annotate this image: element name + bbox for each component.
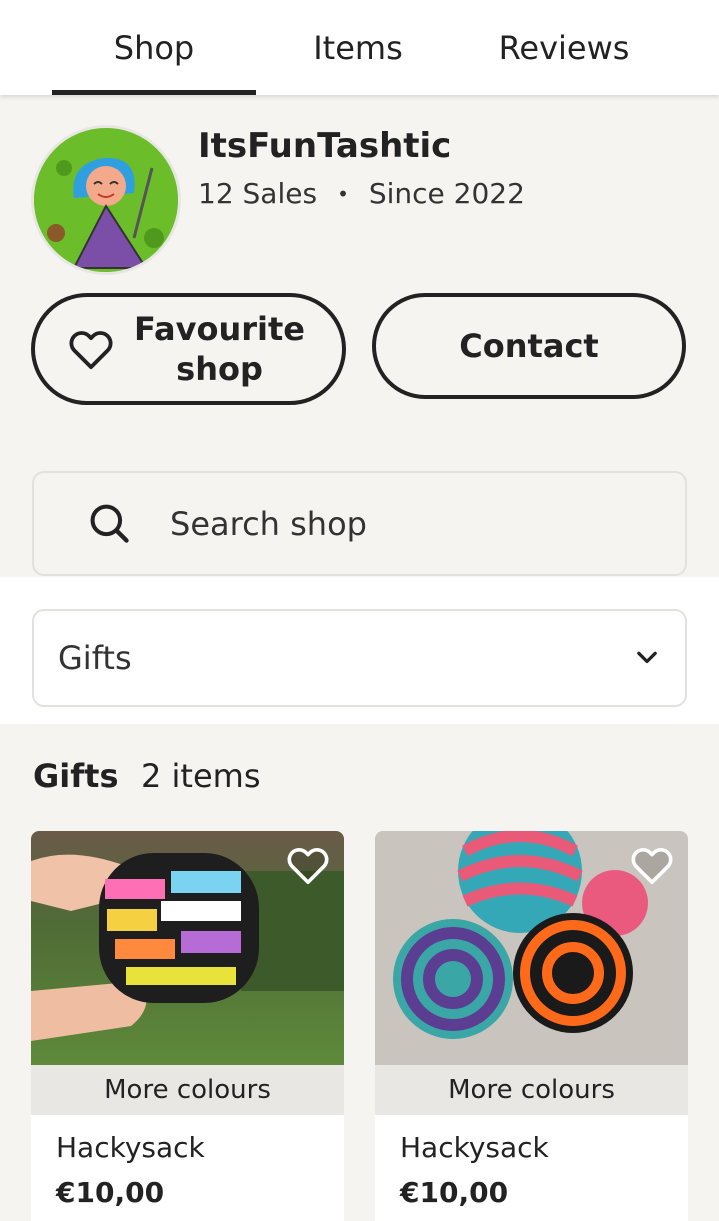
tab-items-label: Items [313, 28, 403, 67]
listing-price: €10,00 [56, 1176, 165, 1209]
shop-since: Since 2022 [368, 177, 525, 210]
favourite-heart-icon[interactable] [630, 845, 674, 885]
meta-separator: • [337, 181, 349, 206]
shop-logo-illustration [34, 128, 178, 272]
shop-avatar[interactable] [31, 125, 181, 275]
shop-sales: 12 Sales [198, 177, 318, 210]
heart-outline-icon [68, 331, 113, 370]
listing-price: €10,00 [400, 1176, 509, 1209]
section-item-count: 2 items [141, 757, 261, 795]
dropdown-selected-value: Gifts [58, 639, 132, 677]
listing-title[interactable]: Hackysack [56, 1131, 205, 1164]
search-shop-input[interactable]: Search shop [32, 471, 687, 576]
tab-bar: Shop Items Reviews [0, 0, 719, 95]
tab-shop[interactable]: Shop [52, 0, 256, 95]
active-tab-indicator [52, 90, 256, 95]
shop-stats: 12 Sales • Since 2022 [198, 177, 525, 210]
listing-card[interactable]: More colours Hackysack €10,00 [375, 831, 688, 1221]
tab-items[interactable]: Items [256, 0, 460, 95]
contact-label: Contact [459, 327, 599, 365]
tab-reviews-label: Reviews [498, 28, 630, 67]
chevron-down-icon [637, 651, 657, 664]
more-colours-badge: More colours [31, 1065, 344, 1115]
favourite-heart-icon[interactable] [286, 845, 330, 885]
section-title: Gifts [33, 757, 119, 795]
favourite-shop-label: Favourite shop [134, 310, 305, 388]
tab-shop-label: Shop [113, 28, 195, 67]
search-icon [90, 504, 129, 543]
listing-title[interactable]: Hackysack [400, 1131, 549, 1164]
listing-card[interactable]: More colours Hackysack €10,00 [31, 831, 344, 1221]
contact-button[interactable]: Contact [372, 293, 686, 399]
favourite-shop-button[interactable]: Favourite shop [31, 293, 346, 405]
section-filter-dropdown[interactable]: Gifts [32, 609, 687, 707]
tab-reviews[interactable]: Reviews [460, 0, 668, 95]
more-colours-badge: More colours [375, 1065, 688, 1115]
search-placeholder: Search shop [170, 504, 367, 543]
shop-name: ItsFunTashtic [198, 126, 452, 166]
